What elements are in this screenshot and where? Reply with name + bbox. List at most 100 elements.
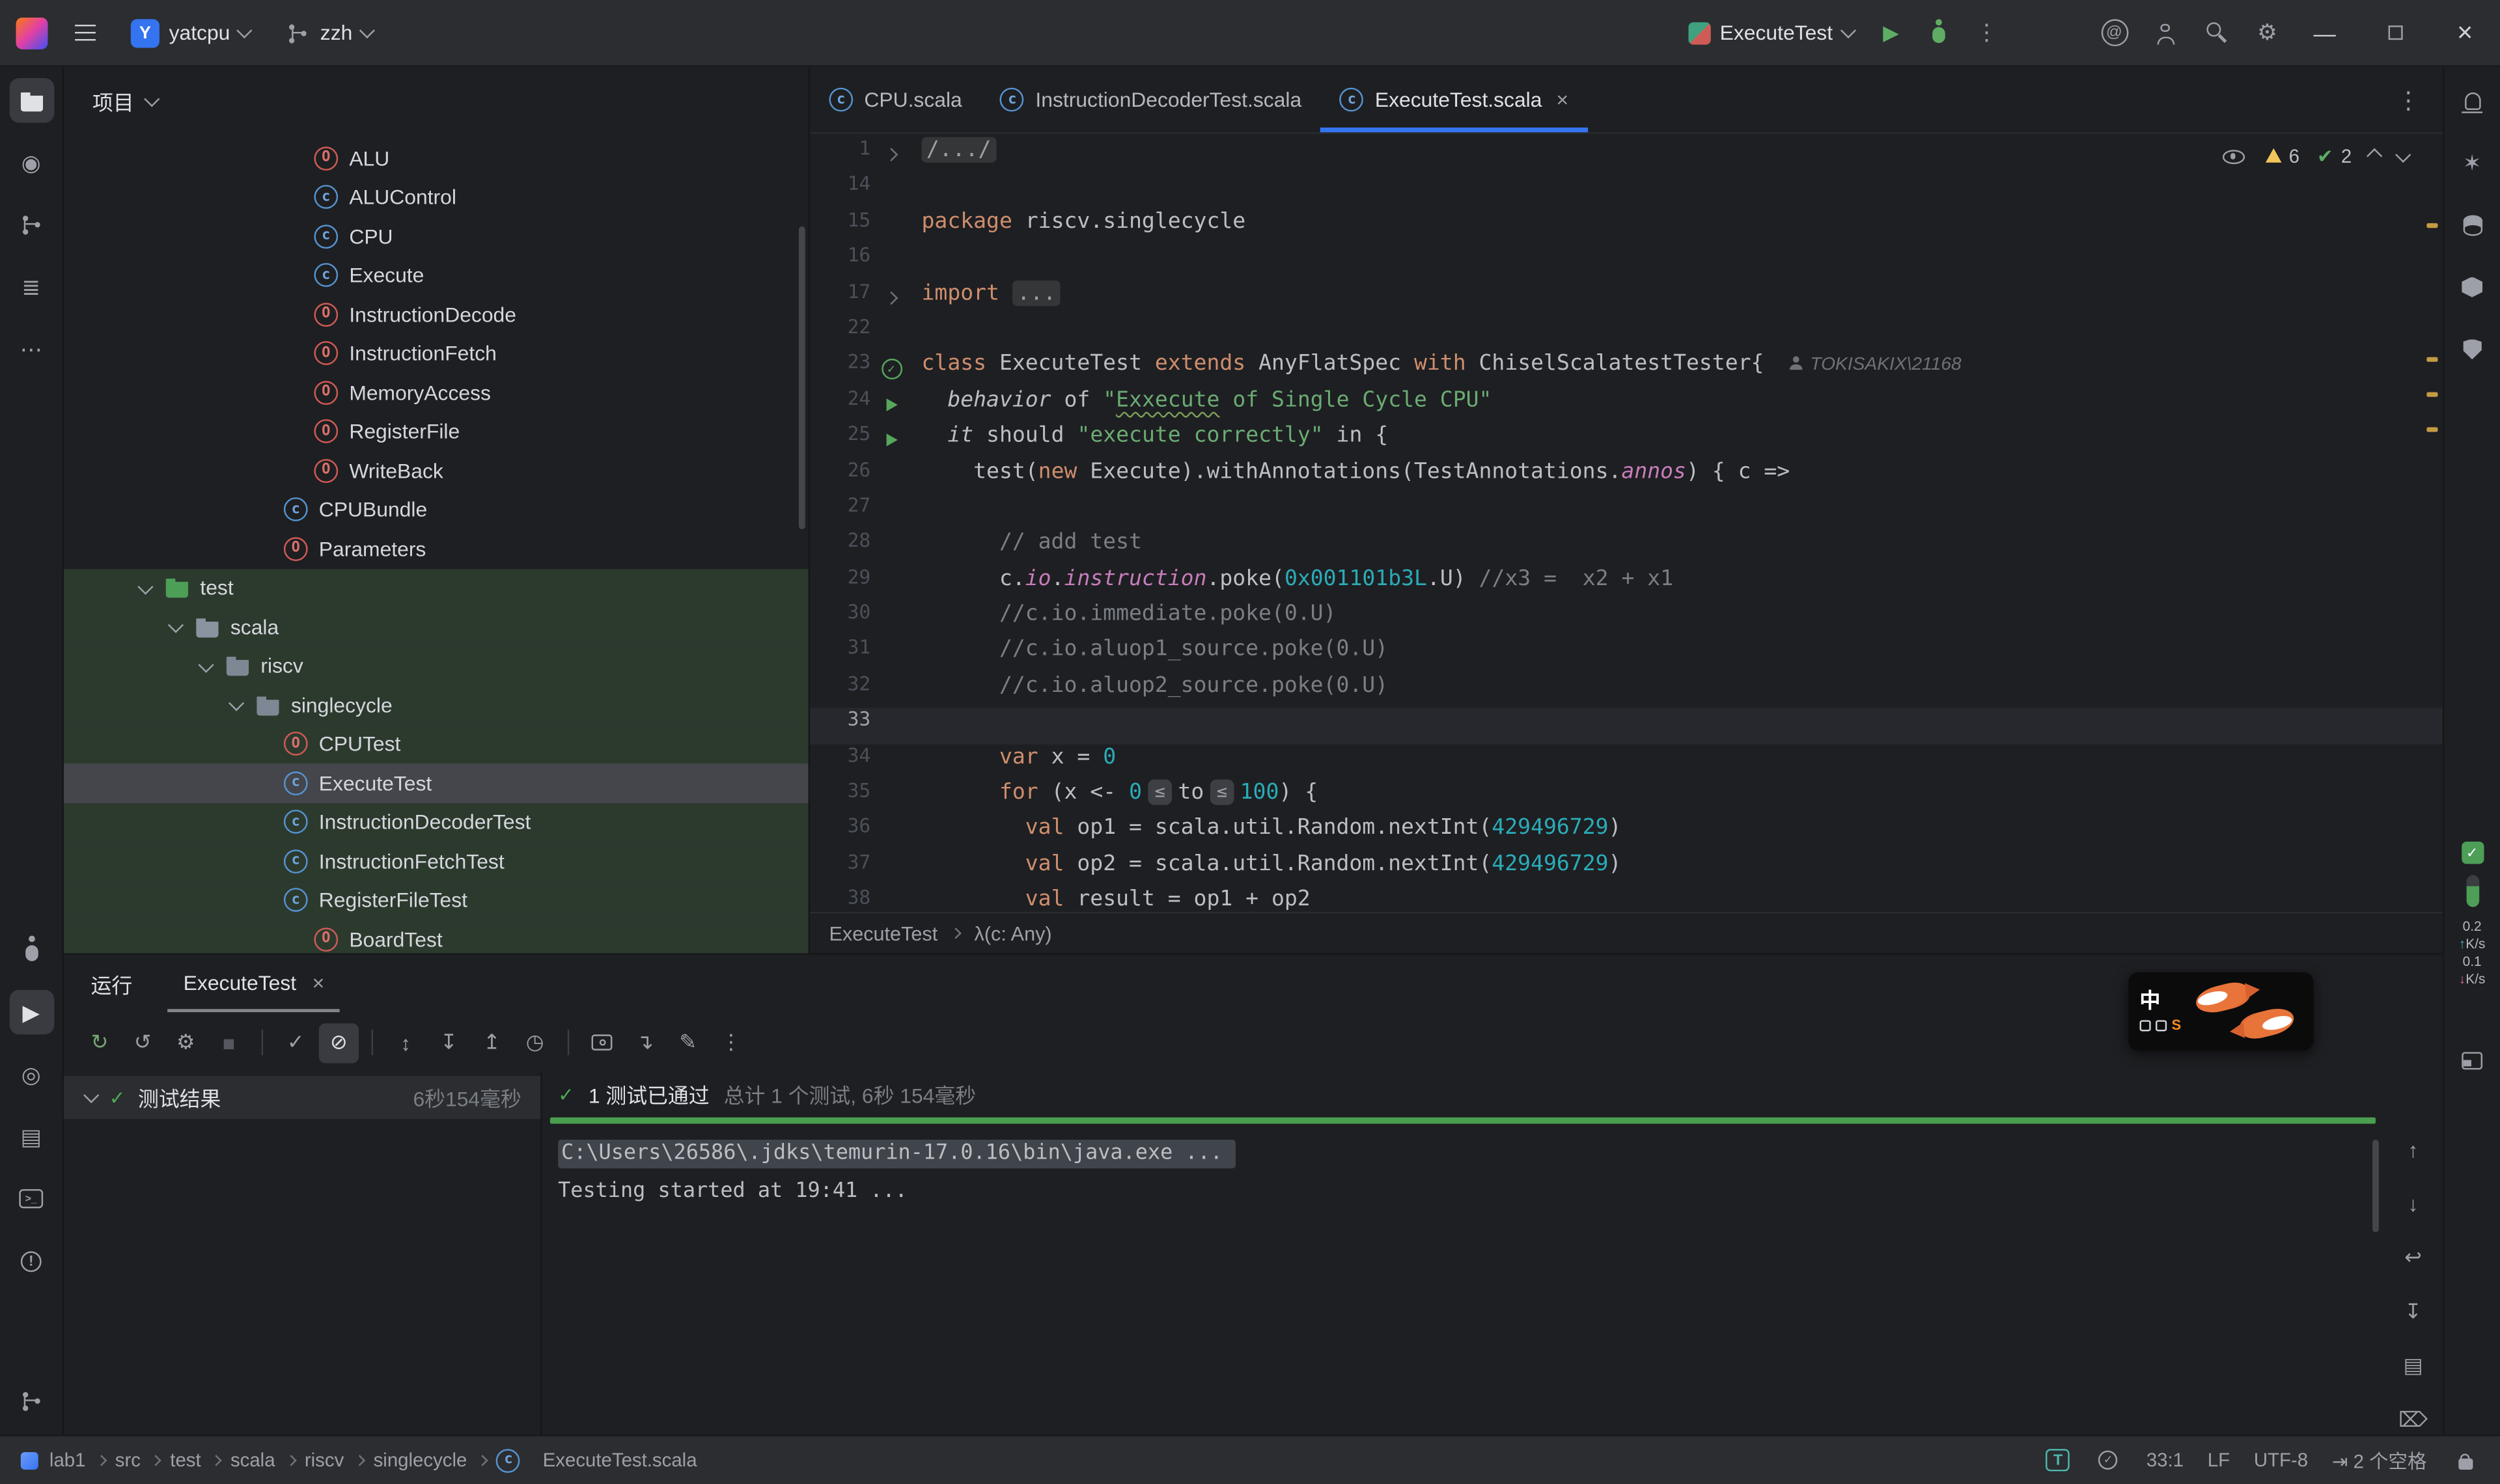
- checks-passed-icon[interactable]: ✓: [2461, 842, 2483, 864]
- tree-item[interactable]: ORegisterFile: [64, 412, 809, 451]
- maximize-button[interactable]: [2359, 0, 2430, 65]
- fold-arrow-icon[interactable]: [885, 148, 898, 162]
- project-widget[interactable]: Y yatcpu: [118, 8, 262, 56]
- code-text[interactable]: class ExecuteTest extends AnyFlatSpec wi…: [912, 351, 2443, 387]
- status-path-item[interactable]: singlecycle: [374, 1449, 467, 1471]
- problems-icon[interactable]: [8, 1239, 53, 1284]
- database-icon[interactable]: [2450, 202, 2495, 247]
- lock-icon[interactable]: [2451, 1446, 2479, 1474]
- run-panel-title[interactable]: 运行: [91, 969, 133, 999]
- code-text[interactable]: for (x <- 0≤to≤100) {: [912, 780, 2443, 816]
- show-passed-icon[interactable]: ✓: [276, 1023, 316, 1062]
- code-with-me-icon[interactable]: [2143, 10, 2188, 55]
- coverage-icon[interactable]: ◎: [8, 1052, 53, 1097]
- code-text[interactable]: test(new Execute).withAnnotations(TestAn…: [912, 458, 2443, 494]
- tree-item[interactable]: cRegisterFileTest: [64, 881, 809, 920]
- scroll-up-icon[interactable]: ↑: [2394, 1130, 2432, 1168]
- pull-requests-icon[interactable]: [8, 202, 53, 247]
- breadcrumb-item[interactable]: ExecuteTest: [829, 922, 938, 944]
- chevron-down-icon[interactable]: [229, 695, 244, 710]
- tree-item[interactable]: cInstructionDecoderTest: [64, 803, 809, 842]
- code-text[interactable]: c.io.instruction.poke(0x001101b3L.U) //x…: [912, 566, 2443, 601]
- close-icon[interactable]: ×: [312, 970, 325, 994]
- show-duration-icon[interactable]: ◷: [515, 1023, 555, 1062]
- more-run-actions-icon[interactable]: ⋮: [1964, 10, 2009, 55]
- tree-item[interactable]: cInstructionFetchTest: [64, 842, 809, 881]
- scroll-down-icon[interactable]: ↓: [2394, 1185, 2432, 1223]
- structure-icon[interactable]: ≣: [8, 265, 53, 310]
- branch-widget[interactable]: zzh: [272, 8, 385, 56]
- tree-item[interactable]: OALU: [64, 139, 809, 178]
- run-tab[interactable]: ExecuteTest ×: [167, 955, 340, 1012]
- tree-item[interactable]: cCPUBundle: [64, 490, 809, 529]
- warning-count[interactable]: 6: [2265, 145, 2299, 167]
- code-editor[interactable]: 1/.../1415package riscv.singlecycle1617i…: [810, 134, 2443, 912]
- tree-item[interactable]: cALUControl: [64, 178, 809, 217]
- snapshot-icon[interactable]: [582, 1023, 622, 1062]
- tree-item[interactable]: scala: [64, 607, 809, 646]
- editor-tab[interactable]: cInstructionDecoderTest.scala: [981, 67, 1320, 132]
- more-icon[interactable]: ⋮: [711, 1023, 751, 1062]
- code-text[interactable]: //c.io.aluop2_source.poke(0.U): [912, 672, 2443, 708]
- run-test-gutter-icon[interactable]: [885, 398, 896, 411]
- no-problems-icon[interactable]: [2094, 1446, 2122, 1474]
- tree-item[interactable]: cExecuteTest: [64, 763, 809, 803]
- debug-button[interactable]: [1917, 10, 1962, 55]
- show-ignored-icon[interactable]: ⊘: [319, 1023, 359, 1062]
- warning-stripe-mark[interactable]: [2426, 427, 2438, 432]
- tree-item[interactable]: OCPUTest: [64, 724, 809, 763]
- project-panel-title[interactable]: 项目: [92, 85, 134, 116]
- highlighting-eye-icon[interactable]: [2219, 145, 2247, 167]
- code-text[interactable]: //c.io.immediate.poke(0.U): [912, 601, 2443, 637]
- scrollbar-thumb[interactable]: [799, 227, 805, 529]
- minimize-button[interactable]: —: [2290, 0, 2360, 65]
- caret-position[interactable]: 33:1: [2146, 1449, 2184, 1471]
- test-results-row[interactable]: ✓ 测试结果 6秒154毫秒: [64, 1076, 540, 1119]
- editor-tab[interactable]: cExecuteTest.scala×: [1321, 67, 1588, 132]
- warning-stripe-mark[interactable]: [2426, 357, 2438, 362]
- tree-item[interactable]: singlecycle: [64, 685, 809, 724]
- run-config-selector[interactable]: ExecuteTest: [1675, 8, 1865, 56]
- status-path-item[interactable]: ExecuteTest.scala: [543, 1449, 697, 1471]
- tab-options-icon[interactable]: ⋮: [2374, 67, 2443, 132]
- breadcrumb-item[interactable]: λ(c: Any): [975, 922, 1052, 944]
- close-button[interactable]: ×: [2430, 0, 2500, 65]
- indent-setting[interactable]: ⇥ 2 个空格: [2332, 1446, 2427, 1474]
- status-path-item[interactable]: riscv: [305, 1449, 344, 1471]
- terminal-icon[interactable]: [8, 1176, 53, 1221]
- run-test-gutter-icon[interactable]: [885, 434, 896, 447]
- code-text[interactable]: [912, 708, 2443, 744]
- console-line[interactable]: C:\Users\26586\.jdks\temurin-17.0.16\bin…: [558, 1135, 2383, 1174]
- inspections-widget[interactable]: 6 ✔2: [2209, 142, 2417, 171]
- notifications-icon[interactable]: [2450, 78, 2495, 123]
- stop-icon[interactable]: ■: [209, 1023, 249, 1062]
- memory-indicator[interactable]: [2465, 875, 2479, 907]
- code-text[interactable]: [912, 494, 2443, 530]
- code-text[interactable]: it should "execute correctly" in {: [912, 422, 2443, 458]
- search-icon[interactable]: [2194, 10, 2239, 55]
- git-icon[interactable]: [8, 1379, 53, 1423]
- rerun-failed-icon[interactable]: ↺: [123, 1023, 163, 1062]
- import-test-results-icon[interactable]: ↴: [625, 1023, 665, 1062]
- at-sign-icon[interactable]: @: [2101, 19, 2128, 46]
- console-output[interactable]: C:\Users\26586\.jdks\temurin-17.0.16\bin…: [542, 1135, 2384, 1435]
- editor-tab[interactable]: cCPU.scala: [810, 67, 981, 132]
- print-icon[interactable]: ▤: [2394, 1347, 2432, 1385]
- code-text[interactable]: [912, 244, 2443, 280]
- status-path-item[interactable]: test: [170, 1449, 201, 1471]
- debug-icon[interactable]: [8, 928, 53, 972]
- more-icon[interactable]: ⋯: [8, 327, 53, 372]
- console-line[interactable]: Testing started at 19:41 ...: [558, 1173, 2383, 1211]
- soft-wrap-icon[interactable]: ↩: [2394, 1239, 2432, 1277]
- test-passed-gutter-icon[interactable]: ✓: [881, 359, 902, 379]
- tab-close-icon[interactable]: ×: [1557, 88, 1569, 112]
- code-text[interactable]: // add test: [912, 530, 2443, 566]
- code-text[interactable]: val result = op1 + op2: [912, 886, 2443, 912]
- edit-configuration-icon[interactable]: ✎: [668, 1023, 708, 1062]
- tree-item[interactable]: test: [64, 568, 809, 607]
- tree-item[interactable]: OWriteBack: [64, 451, 809, 490]
- ai-assistant-icon[interactable]: ✶: [2450, 141, 2495, 186]
- code-text[interactable]: val op2 = scala.util.Random.nextInt(4294…: [912, 851, 2443, 886]
- code-text[interactable]: behavior of "Exxecute of Single Cycle CP…: [912, 387, 2443, 422]
- tree-item[interactable]: OInstructionFetch: [64, 334, 809, 373]
